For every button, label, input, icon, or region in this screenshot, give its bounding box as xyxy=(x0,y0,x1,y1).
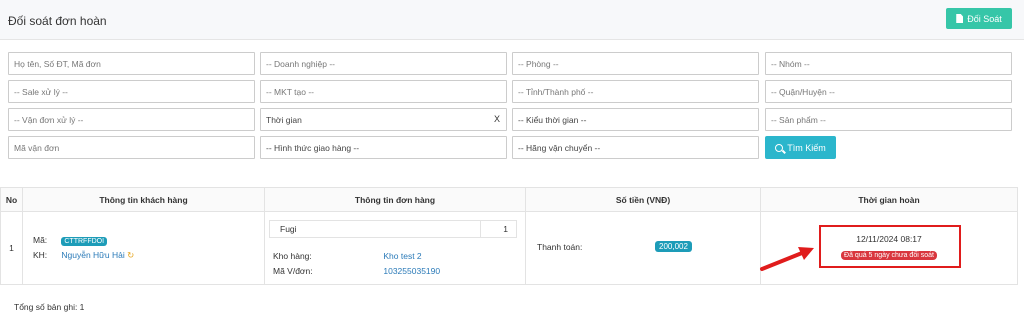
col-customer: Thông tin khách hàng xyxy=(22,187,265,212)
ma-badge[interactable]: CTTRFFDOI xyxy=(61,237,108,246)
hinh-thuc-select[interactable]: -- Hình thức giao hàng -- xyxy=(260,136,507,159)
amount-cell: Thanh toán: 200,002 xyxy=(525,211,761,285)
thoi-gian-value: Thời gian xyxy=(266,114,302,125)
san-pham-select[interactable]: -- Sản phẩm -- xyxy=(765,108,1012,131)
thanh-toan-label: Thanh toán: xyxy=(537,242,583,252)
thanh-toan-badge: 200,002 xyxy=(655,241,692,252)
product-qty: 1 xyxy=(503,224,508,234)
kh-line: KH: Nguyễn Hữu Hải ↻ xyxy=(33,250,134,261)
panel: Đối soát đơn hoàn Đối Soát Họ tên, Số ĐT… xyxy=(0,0,1024,326)
sale-select[interactable]: -- Sale xử lý -- xyxy=(8,80,255,103)
table-header-row: No Thông tin khách hàng Thông tin đơn hà… xyxy=(0,187,1018,212)
product-name: Fugi xyxy=(280,224,297,234)
highlight-box xyxy=(819,225,961,268)
mavd-label: Mã V/đơn: xyxy=(273,266,313,276)
col-no: No xyxy=(0,187,23,212)
arrow-icon xyxy=(760,247,814,271)
kho-line: Kho hàng: Kho test 2 xyxy=(273,251,422,261)
kho-link[interactable]: Kho test 2 xyxy=(383,251,421,261)
mavd-link[interactable]: 103255035190 xyxy=(383,266,440,276)
van-don-select[interactable]: -- Vận đơn xử lý -- xyxy=(8,108,255,131)
product-line: Fugi 1 xyxy=(269,220,517,238)
search-button[interactable]: Tìm Kiếm xyxy=(765,136,836,159)
ma-line: Mã: CTTRFFDOI xyxy=(33,235,108,246)
mavd-line: Mã V/đơn: 103255035190 xyxy=(273,266,440,276)
search-label: Tìm Kiếm xyxy=(787,142,826,153)
quan-select[interactable]: -- Quận/Huyện -- xyxy=(765,80,1012,103)
total-records: Tổng số bản ghi: 1 xyxy=(14,302,85,312)
phong-select[interactable]: -- Phòng -- xyxy=(512,52,759,75)
refresh-icon[interactable]: ↻ xyxy=(127,250,134,260)
page-title: Đối soát đơn hoàn xyxy=(8,14,107,28)
kho-label: Kho hàng: xyxy=(273,251,312,261)
thoi-gian-field[interactable]: Thời gian X xyxy=(260,108,507,131)
mkt-select[interactable]: -- MKT tạo -- xyxy=(260,80,507,103)
col-return-time: Thời gian hoàn xyxy=(760,187,1018,212)
nhom-select[interactable]: -- Nhóm -- xyxy=(765,52,1012,75)
ma-label: Mã: xyxy=(33,235,48,245)
hang-van-chuyen-select[interactable]: -- Hãng vận chuyển -- xyxy=(512,136,759,159)
divider xyxy=(480,221,481,237)
doanh-nghiep-select[interactable]: -- Doanh nghiệp -- xyxy=(260,52,507,75)
tinh-select[interactable]: -- Tỉnh/Thành phố -- xyxy=(512,80,759,103)
customer-cell: Mã: CTTRFFDOI KH: Nguyễn Hữu Hải ↻ xyxy=(22,211,265,285)
customer-name-link[interactable]: Nguyễn Hữu Hải xyxy=(61,250,124,260)
row-no: 1 xyxy=(0,211,23,285)
doi-soat-button[interactable]: Đối Soát xyxy=(946,8,1012,29)
col-order: Thông tin đơn hàng xyxy=(264,187,526,212)
doi-soat-label: Đối Soát xyxy=(967,13,1002,24)
search-field[interactable]: Họ tên, Số ĐT, Mã đơn xyxy=(8,52,255,75)
order-cell: Fugi 1 Kho hàng: Kho test 2 Mã V/đơn: 10… xyxy=(264,211,526,285)
document-icon xyxy=(956,14,964,23)
page-header: Đối soát đơn hoàn Đối Soát xyxy=(0,0,1024,40)
kh-label: KH: xyxy=(33,250,48,260)
kieu-thoi-gian-select[interactable]: -- Kiểu thời gian -- xyxy=(512,108,759,131)
clear-icon[interactable]: X xyxy=(494,114,500,124)
col-amount: Số tiền (VNĐ) xyxy=(525,187,761,212)
ma-van-don-field[interactable]: Mã vận đơn xyxy=(8,136,255,159)
search-icon xyxy=(775,143,784,152)
